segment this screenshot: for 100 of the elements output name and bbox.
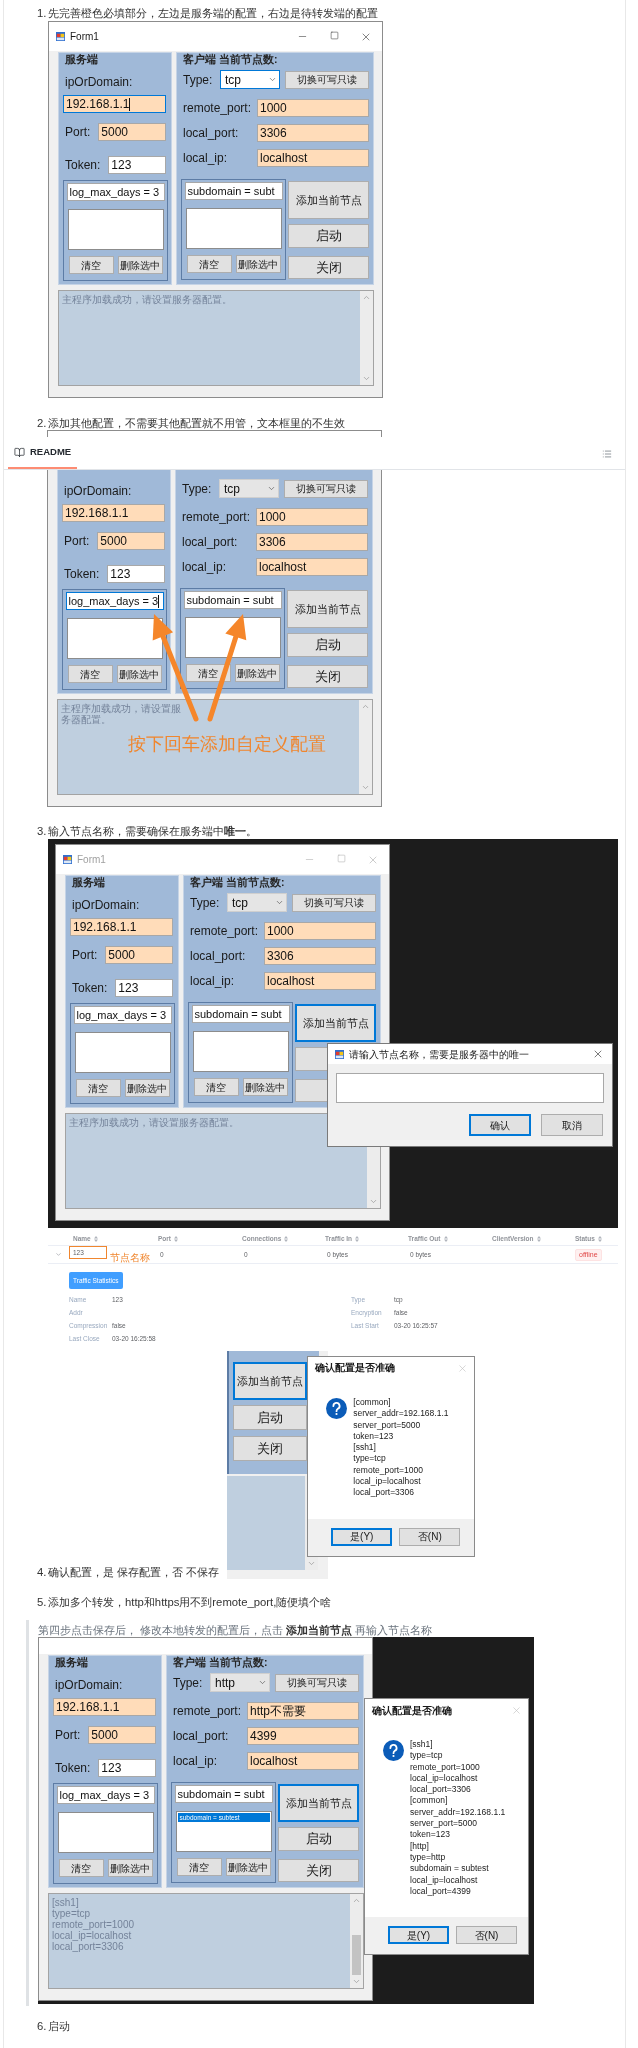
param-input[interactable]: log_max_days = 3 [66,183,165,201]
delete-selected-button[interactable]: 删除选中 [117,256,163,274]
scrollbar-thumb[interactable] [352,1935,361,1975]
toggle-readonly-button[interactable]: 切换可写只读 [275,1673,359,1692]
add-node-button[interactable]: 添加当前节点 [278,1784,359,1822]
text-field[interactable]: 123 [107,565,165,583]
toggle-readonly-button[interactable]: 切换可写只读 [284,479,368,498]
type-dropdown[interactable]: tcp [219,479,279,498]
delete-selected-button[interactable]: 删除选中 [225,1858,271,1876]
readme-tab[interactable]: README [8,438,78,469]
start-button[interactable]: 启动 [288,224,369,248]
scroll-up-icon[interactable] [362,293,371,302]
param-input[interactable]: log_max_days = 3 [65,592,164,610]
list-box[interactable] [74,1032,171,1073]
clear-button[interactable]: 清空 [58,1859,104,1877]
text-field[interactable]: 1000 [257,99,369,117]
text-field[interactable]: 5000 [98,123,166,141]
text-field[interactable]: localhost [257,149,369,167]
text-field[interactable]: 5000 [97,532,165,550]
clear-button[interactable]: 清空 [67,665,113,683]
list-box[interactable] [57,1812,154,1853]
add-node-button[interactable]: 添加当前节点 [288,181,369,219]
clear-button[interactable]: 清空 [75,1079,121,1097]
no-button[interactable]: 否(N) [456,1926,517,1944]
text-field[interactable]: 4399 [247,1727,359,1745]
add-node-button[interactable]: 添加当前节点 [287,590,368,628]
close-icon[interactable] [592,1048,604,1060]
text-field[interactable]: 3306 [264,947,376,965]
scrollbar[interactable] [360,291,373,385]
list-box[interactable] [66,618,163,659]
text-field[interactable]: 123 [115,979,173,997]
text-field[interactable]: 192.168.1.1 [62,504,165,522]
close-button[interactable]: 关闭 [233,1436,308,1461]
param-input[interactable]: log_max_days = 3 [73,1006,172,1024]
clear-button[interactable]: 清空 [176,1858,222,1876]
toggle-readonly-button[interactable]: 切换可写只读 [285,70,369,89]
start-button[interactable]: 启动 [233,1405,308,1430]
type-dropdown[interactable]: tcp [227,893,287,912]
text-field[interactable]: 1000 [264,922,376,940]
delete-selected-button[interactable]: 删除选中 [107,1859,153,1877]
delete-selected-button[interactable]: 删除选中 [116,665,162,683]
text-field[interactable]: 192.168.1.1 [70,918,173,936]
scroll-up-icon[interactable] [352,1896,361,1905]
close-button[interactable]: 关闭 [278,1859,359,1882]
yes-button[interactable]: 是(Y) [331,1528,393,1546]
close-button[interactable]: 关闭 [287,665,368,688]
toggle-readonly-button[interactable]: 切换可写只读 [292,893,376,912]
param-input[interactable]: subdomain = subt [174,1785,273,1803]
list-box[interactable] [184,617,281,658]
text-field[interactable]: localhost [256,558,368,576]
input-field[interactable] [336,1073,604,1103]
param-input[interactable]: subdomain = subt [183,591,282,609]
maximize-icon[interactable] [336,853,346,863]
scrollbar[interactable] [359,700,372,794]
scroll-down-icon[interactable] [307,1559,317,1568]
clear-button[interactable]: 清空 [68,256,114,274]
param-input[interactable]: subdomain = subt [191,1005,290,1023]
scroll-down-icon[interactable] [361,783,370,792]
text-field[interactable]: 5000 [105,946,173,964]
scroll-up-icon[interactable] [361,702,370,711]
scrollbar[interactable] [350,1894,363,1988]
no-button[interactable]: 否(N) [399,1528,461,1546]
scroll-down-icon[interactable] [369,1197,378,1206]
text-field[interactable]: 123 [108,156,166,174]
type-dropdown[interactable]: http [210,1673,270,1692]
yes-button[interactable]: 是(Y) [388,1926,449,1944]
add-node-button[interactable]: 添加当前节点 [295,1004,376,1042]
list-box[interactable] [67,209,164,250]
delete-selected-button[interactable]: 删除选中 [242,1078,288,1096]
text-field[interactable]: 123 [98,1759,156,1777]
list-box[interactable] [185,208,282,249]
delete-selected-button[interactable]: 删除选中 [235,255,281,273]
param-input[interactable]: subdomain = subt [184,182,283,200]
text-field[interactable]: 5000 [88,1726,156,1744]
close-button[interactable]: 关闭 [288,256,369,279]
list-icon[interactable] [602,449,612,459]
text-field[interactable]: 192.168.1.1 [63,95,166,113]
delete-selected-button[interactable]: 删除选中 [124,1079,170,1097]
scroll-down-icon[interactable] [352,1977,361,1986]
delete-selected-button[interactable]: 删除选中 [234,664,280,682]
maximize-icon[interactable] [329,30,339,40]
text-field[interactable]: 1000 [256,508,368,526]
text-field[interactable]: localhost [247,1752,359,1770]
start-button[interactable]: 启动 [278,1827,359,1851]
cancel-button[interactable]: 取消 [541,1114,603,1136]
clear-button[interactable]: 清空 [193,1078,239,1096]
text-field[interactable]: 3306 [257,124,369,142]
list-box[interactable] [192,1031,289,1072]
clear-button[interactable]: 清空 [186,255,232,273]
text-field[interactable]: http不需要 [247,1702,359,1720]
text-field[interactable]: localhost [264,972,376,990]
expand-icon[interactable] [55,1251,62,1258]
confirm-button[interactable]: 确认 [469,1114,531,1136]
text-field[interactable]: 3306 [256,533,368,551]
scroll-down-icon[interactable] [362,374,371,383]
start-button[interactable]: 启动 [287,633,368,657]
text-field[interactable]: 192.168.1.1 [53,1698,156,1716]
add-node-button[interactable]: 添加当前节点 [233,1362,308,1400]
param-input[interactable]: log_max_days = 3 [56,1786,155,1804]
type-dropdown[interactable]: tcp [220,70,280,89]
